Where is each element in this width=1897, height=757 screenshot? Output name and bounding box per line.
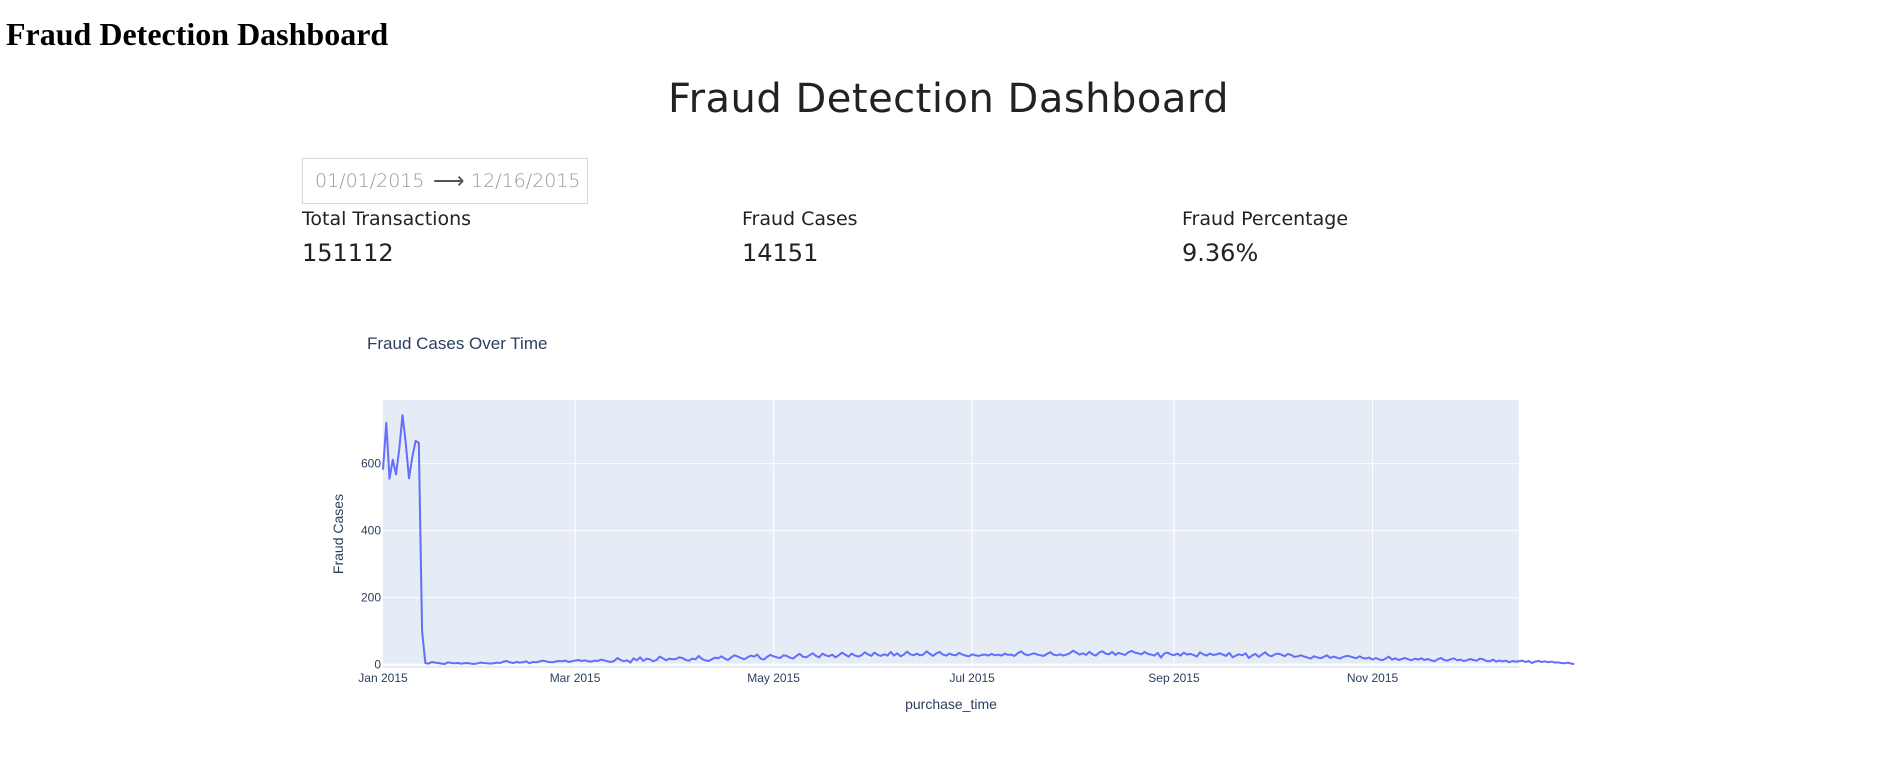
plot-area: [383, 400, 1519, 668]
x-tick-label: Jul 2015: [949, 671, 995, 685]
y-tick-label: 200: [361, 591, 381, 605]
y-tick-label: 0: [374, 658, 381, 672]
chart-title: Fraud Cases Over Time: [367, 334, 547, 353]
fraud-cases-line-chart[interactable]: 0 200 400 600 Jan 2015 Mar 2015 May 2015 Jul 20…: [0, 0, 1897, 757]
y-axis-title: Fraud Cases: [330, 494, 346, 574]
y-tick-label: 400: [361, 524, 381, 538]
x-axis-title: purchase_time: [905, 696, 997, 712]
x-tick-label: Jan 2015: [358, 671, 408, 685]
x-tick-label: Sep 2015: [1148, 671, 1200, 685]
x-tick-label: Mar 2015: [550, 671, 601, 685]
x-tick-label: May 2015: [747, 671, 800, 685]
x-tick-label: Nov 2015: [1347, 671, 1399, 685]
y-tick-label: 600: [361, 457, 381, 471]
